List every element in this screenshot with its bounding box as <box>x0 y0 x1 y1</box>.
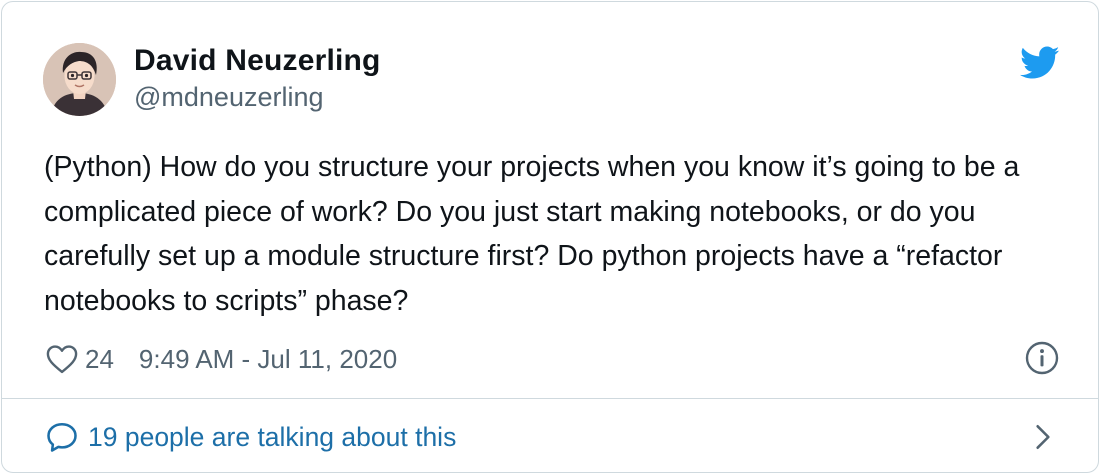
tweet-embed-card[interactable]: David Neuzerling @mdneuzerling (Python) … <box>1 1 1099 473</box>
speech-bubble-icon <box>47 422 77 452</box>
chevron-right-icon[interactable] <box>1030 422 1056 452</box>
info-icon[interactable] <box>1024 340 1060 376</box>
tweet-text: (Python) How do you structure your proje… <box>44 151 1020 317</box>
conversation-label[interactable]: 19 people are talking about this <box>88 422 456 453</box>
heart-icon <box>46 345 78 374</box>
avatar[interactable] <box>43 43 116 116</box>
divider <box>2 398 1098 399</box>
like-button[interactable]: 24 <box>44 341 114 377</box>
author-handle[interactable]: @mdneuzerling <box>134 82 324 113</box>
tweet-meta: 24 9:49 AM - Jul 11, 2020 <box>44 339 397 379</box>
tweet-timestamp[interactable]: 9:49 AM - Jul 11, 2020 <box>139 344 397 375</box>
like-count: 24 <box>85 343 114 374</box>
conversation-link[interactable]: 19 people are talking about this <box>44 416 1064 458</box>
twitter-bird-icon[interactable] <box>1020 46 1060 80</box>
user-avatar-illustration <box>43 43 116 116</box>
author-display-name[interactable]: David Neuzerling <box>134 44 381 78</box>
